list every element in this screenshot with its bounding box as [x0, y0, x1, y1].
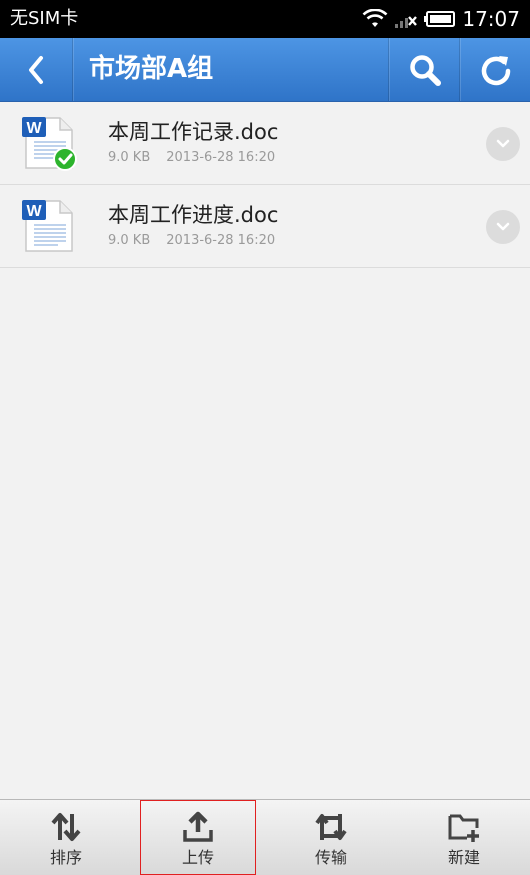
upload-icon	[183, 811, 213, 842]
refresh-icon	[481, 55, 510, 85]
word-document-icon: W	[22, 117, 77, 171]
chevron-down-icon	[496, 222, 510, 231]
file-date: 2013-6-28 16:20	[166, 233, 276, 248]
file-name: 本周工作记录.doc	[108, 120, 279, 144]
file-name: 本周工作进度.doc	[108, 203, 279, 227]
file-size: 9.0 KB	[108, 150, 151, 165]
transfer-icon	[315, 814, 347, 840]
back-button[interactable]	[0, 38, 73, 101]
search-button[interactable]	[388, 38, 460, 101]
search-icon	[409, 54, 441, 86]
bottom-toolbar: 排序 上传 传输 新建	[0, 799, 530, 875]
transfer-button[interactable]: 传输	[265, 800, 397, 875]
expand-button[interactable]	[486, 210, 520, 244]
file-row[interactable]: W 本周工作进度.doc 9.0 KB 2013-6-28 16:20	[0, 185, 530, 268]
file-meta: 9.0 KB 2013-6-28 16:20	[108, 232, 275, 250]
chevron-down-icon	[496, 139, 510, 148]
upload-button[interactable]: 上传	[140, 800, 256, 875]
upload-label: 上传	[181, 848, 214, 867]
wifi-icon	[362, 9, 388, 27]
expand-button[interactable]	[486, 127, 520, 161]
new-folder-button[interactable]: 新建	[398, 800, 530, 875]
transfer-label: 传输	[314, 848, 347, 867]
refresh-button[interactable]	[459, 38, 530, 101]
new-folder-icon	[448, 814, 479, 842]
sort-label: 排序	[49, 848, 82, 867]
file-row[interactable]: W 本周工作记录.doc 9.0 KB 2013-6-28 16:20	[0, 102, 530, 185]
new-label: 新建	[447, 848, 480, 867]
word-document-icon: W	[22, 200, 73, 252]
file-list: W 本周工作记录.doc 9.0 KB 2013-6-28 16:20 W 本周工	[0, 102, 530, 268]
svg-text:W: W	[26, 120, 42, 137]
file-size: 9.0 KB	[108, 233, 151, 248]
sort-button[interactable]: 排序	[0, 800, 132, 875]
signal-icon	[395, 16, 418, 28]
svg-text:W: W	[26, 203, 42, 220]
chevron-left-icon	[29, 55, 43, 84]
title-bar: 市场部A组	[0, 38, 530, 102]
battery-icon	[424, 11, 456, 27]
clock: 17:07	[462, 7, 520, 31]
status-bar: 无SIM卡 17:07	[0, 0, 530, 38]
sort-icon	[51, 813, 81, 841]
status-icons: 17:07	[362, 6, 520, 32]
file-date: 2013-6-28 16:20	[166, 150, 276, 165]
carrier-label: 无SIM卡	[10, 8, 79, 29]
file-meta: 9.0 KB 2013-6-28 16:20	[108, 149, 275, 167]
page-title: 市场部A组	[89, 54, 214, 84]
